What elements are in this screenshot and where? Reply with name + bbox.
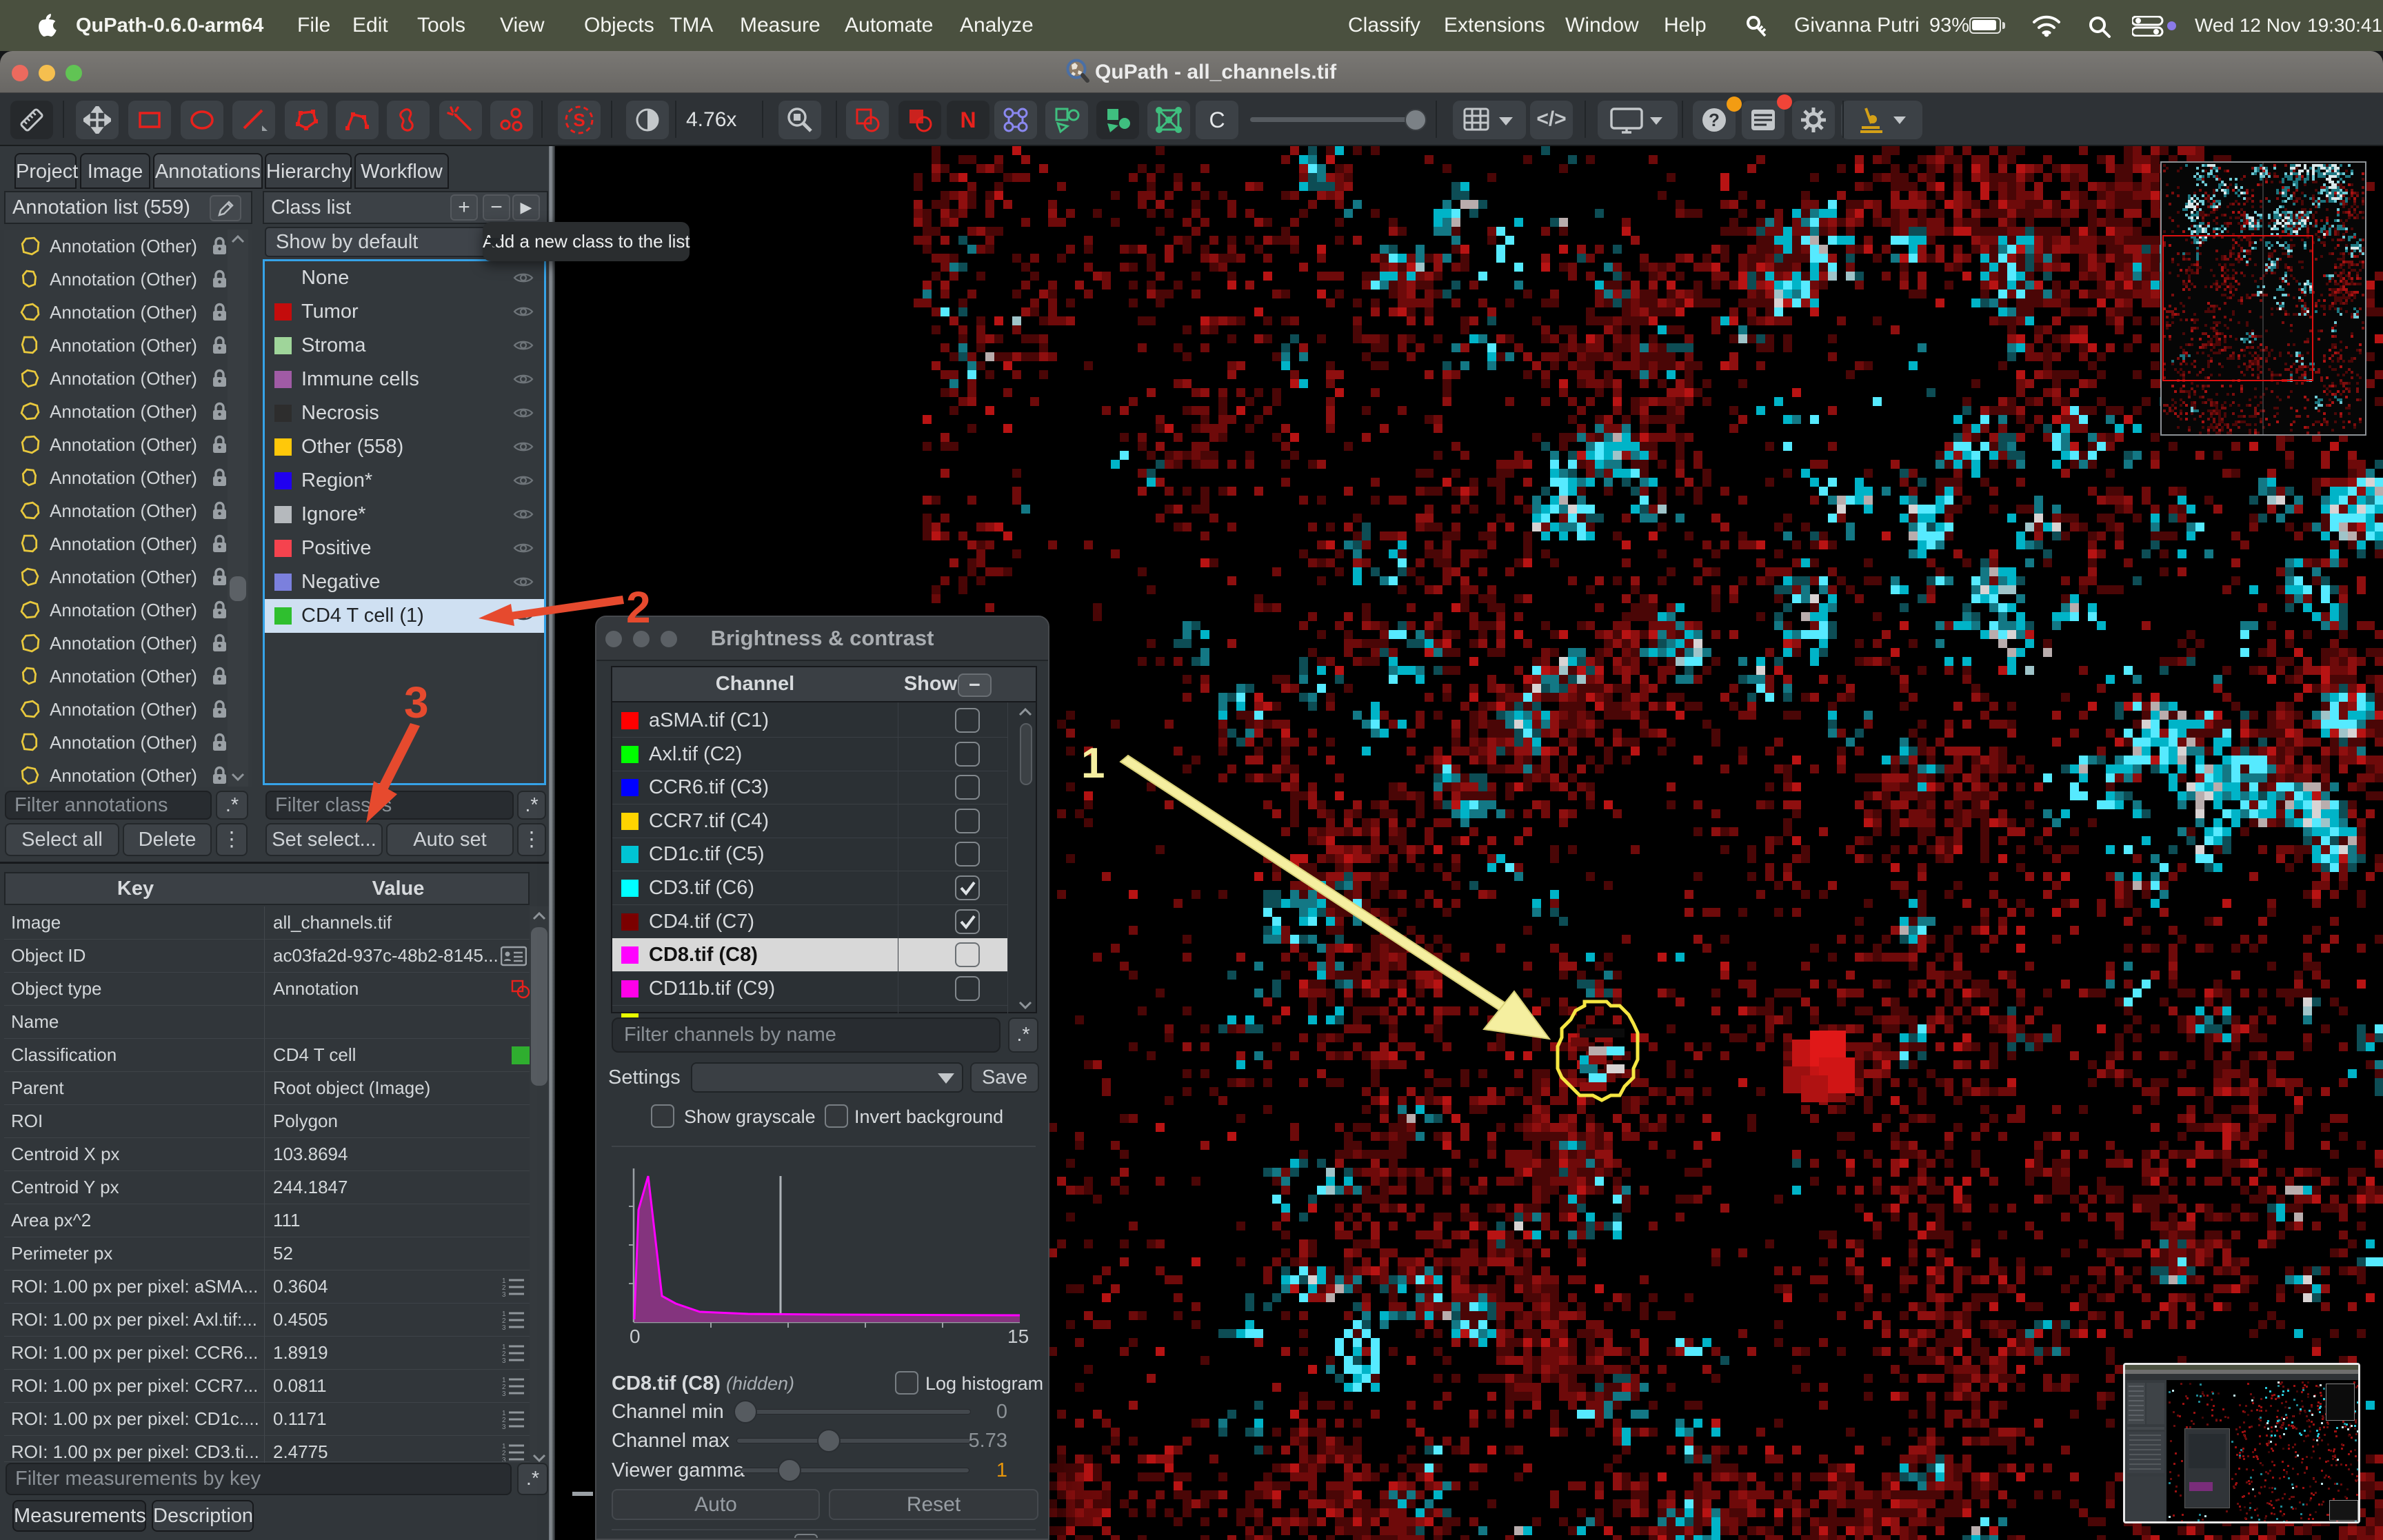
svg-text:?: ? [1709, 110, 1720, 130]
svg-text:3: 3 [502, 1424, 506, 1430]
svg-text:3: 3 [502, 1390, 506, 1397]
svg-text:0: 0 [630, 1326, 641, 1347]
svg-text:S: S [573, 110, 585, 130]
svg-text:3: 3 [502, 1324, 506, 1331]
svg-text:3: 3 [502, 1357, 506, 1364]
svg-text:3: 3 [502, 1457, 506, 1462]
svg-text:15: 15 [1007, 1326, 1029, 1347]
svg-text:3: 3 [502, 1291, 506, 1298]
